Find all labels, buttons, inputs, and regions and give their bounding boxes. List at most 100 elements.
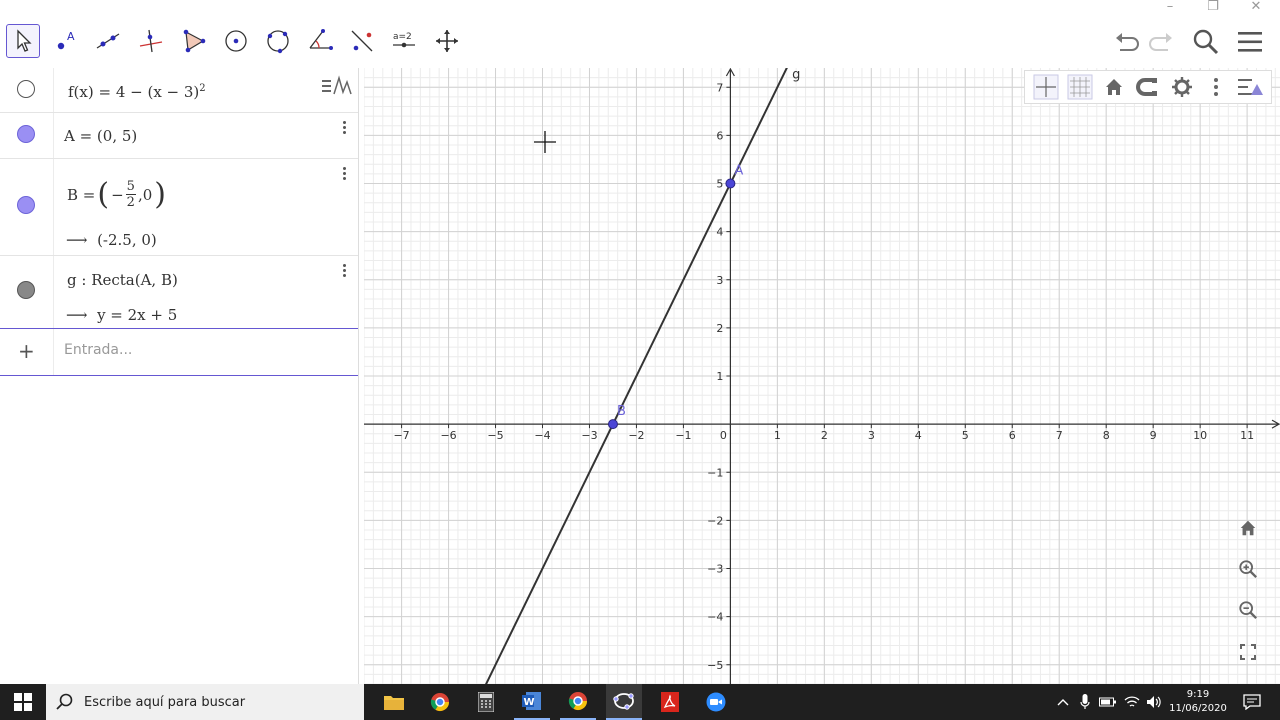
circle-center-point-tool-button[interactable]: [219, 24, 253, 58]
zoom-in-icon: [1239, 560, 1258, 579]
standard-view-floating-button[interactable]: [1232, 512, 1264, 544]
x-tick-label: 8: [1103, 429, 1110, 442]
graphics-canvas[interactable]: −7 −6 −5 −4 −3 −2 −1 0 1 2 3 4 5 6 7 8 9 10 11 7 6 5 4 3 2 1 −1 −2 −…: [364, 68, 1280, 684]
point-capturing-button[interactable]: [1131, 72, 1165, 102]
more-options-graphics[interactable]: [1199, 72, 1233, 102]
toggle-axes-button[interactable]: [1029, 72, 1063, 102]
word-app[interactable]: W: [514, 684, 550, 720]
visibility-toggle-f[interactable]: [17, 80, 35, 98]
file-explorer-app[interactable]: [376, 684, 412, 720]
gear-icon: [1172, 77, 1192, 97]
visibility-toggle-B[interactable]: [17, 196, 35, 214]
algebra-item-f[interactable]: f(x) = 4 − (x − 3)2: [0, 68, 358, 113]
algebra-item-A[interactable]: A = (0, 5): [0, 113, 358, 159]
circle-three-points-tool-button[interactable]: [261, 24, 295, 58]
style-bar-toggle-button[interactable]: [1233, 72, 1267, 102]
search-icon: [56, 693, 73, 710]
algebra-item-g[interactable]: g : Recta(A, B) ⟶ y = 2x + 5: [0, 256, 358, 329]
magnet-icon: [1136, 78, 1157, 96]
fullscreen-button[interactable]: [1232, 636, 1264, 668]
show-hidden-icons-button[interactable]: [1054, 684, 1072, 720]
add-icon[interactable]: +: [18, 339, 35, 363]
y-tick-label: −3: [707, 563, 723, 576]
chrome-icon: [430, 693, 449, 712]
point-tool-button[interactable]: A: [49, 24, 83, 58]
chevron-up-icon: [1057, 699, 1069, 706]
redo-icon: [1149, 33, 1172, 51]
y-tick-label: 5: [716, 178, 723, 191]
clock[interactable]: 9:19 11/06/2020: [1166, 684, 1230, 720]
circle-three-points-icon: [267, 30, 289, 54]
move-tool-button[interactable]: [6, 24, 40, 58]
point-B-label: B: [617, 404, 626, 419]
chrome-app[interactable]: [422, 684, 458, 720]
toolbar: A a=2: [0, 16, 1280, 66]
y-tick-label: 6: [716, 129, 723, 142]
battery-tray-icon[interactable]: [1098, 684, 1118, 720]
x-tick-label: 7: [1056, 429, 1063, 442]
svg-text:W: W: [524, 697, 535, 708]
zoom-app[interactable]: [698, 684, 734, 720]
wifi-tray-icon[interactable]: [1122, 684, 1142, 720]
reflect-tool-button[interactable]: [345, 24, 379, 58]
input-placeholder[interactable]: Entrada...: [64, 342, 132, 358]
zoom-in-button[interactable]: [1232, 553, 1264, 585]
main-menu-button[interactable]: [1234, 26, 1266, 58]
slider-tool-button[interactable]: a=2: [387, 24, 421, 58]
redo-button[interactable]: [1146, 26, 1178, 58]
definition-f: f(x) = 4 − (x − 3)2: [68, 83, 206, 101]
visibility-toggle-g[interactable]: [17, 281, 35, 299]
minimize-button[interactable]: –: [1150, 0, 1190, 16]
line-tool-button[interactable]: [91, 24, 125, 58]
visibility-toggle-A[interactable]: [17, 125, 35, 143]
graphics-settings-button[interactable]: [1165, 72, 1199, 102]
close-button[interactable]: ✕: [1236, 0, 1276, 16]
microphone-tray-icon[interactable]: [1076, 684, 1094, 720]
toggle-grid-button[interactable]: [1063, 72, 1097, 102]
acrobat-app[interactable]: [652, 684, 688, 720]
calculator-icon: [478, 692, 494, 712]
zoom-out-button[interactable]: [1232, 594, 1264, 626]
circle-center-point-icon: [225, 30, 247, 52]
more-options-g[interactable]: [340, 262, 348, 280]
search-button[interactable]: [1190, 26, 1222, 58]
taskbar-search-placeholder: Escribe aquí para buscar: [84, 694, 246, 710]
chrome-profile-app[interactable]: [560, 684, 596, 720]
algebra-item-B[interactable]: B = ( − 5 2 ,0 ) ⟶ (-2.5, 0): [0, 159, 358, 256]
row-divider: [53, 68, 54, 112]
angle-tool-button[interactable]: [303, 24, 337, 58]
standard-view-button[interactable]: [1097, 72, 1131, 102]
y-tick-label: 4: [716, 226, 723, 239]
move-graphics-view-tool-button[interactable]: [430, 24, 464, 58]
taskbar-search-box[interactable]: Escribe aquí para buscar: [46, 684, 364, 720]
move-arrows-icon: [436, 30, 458, 52]
volume-tray-icon[interactable]: [1144, 684, 1164, 720]
y-tick-label: −2: [707, 514, 723, 527]
input-bar[interactable]: + Entrada...: [0, 329, 358, 376]
row-divider: [53, 113, 54, 158]
perpendicular-line-tool-button[interactable]: [134, 24, 168, 58]
angle-icon: [309, 29, 333, 50]
paren-left: (: [97, 177, 110, 212]
polygon-tool-button[interactable]: [177, 24, 211, 58]
x-tick-label: 10: [1193, 429, 1207, 442]
algebra-view: f(x) = 4 − (x − 3)2 A = (0, 5) B = ( − 5…: [0, 68, 359, 684]
graphics-view[interactable]: −7 −6 −5 −4 −3 −2 −1 0 1 2 3 4 5 6 7 8 9 10 11 7 6 5 4 3 2 1 −1 −2 −…: [364, 68, 1280, 684]
calculator-app[interactable]: [468, 684, 504, 720]
start-button[interactable]: [0, 684, 46, 720]
more-options-A[interactable]: [340, 119, 348, 137]
more-options-B[interactable]: [340, 165, 348, 183]
restore-button[interactable]: ❐: [1193, 0, 1233, 16]
fraction: 5 2: [125, 179, 136, 210]
geogebra-app[interactable]: [606, 684, 642, 720]
pdf-icon: [661, 692, 679, 712]
notifications-icon: [1243, 694, 1261, 710]
y-tick-label: 2: [716, 322, 723, 335]
undo-button[interactable]: [1110, 26, 1142, 58]
hamburger-menu-icon: [1238, 32, 1262, 52]
x-tick-label: 3: [868, 429, 875, 442]
definition-A: A = (0, 5): [64, 127, 138, 145]
notifications-button[interactable]: [1232, 684, 1272, 720]
word-icon: W: [522, 692, 541, 710]
clock-date: 11/06/2020: [1169, 703, 1227, 714]
